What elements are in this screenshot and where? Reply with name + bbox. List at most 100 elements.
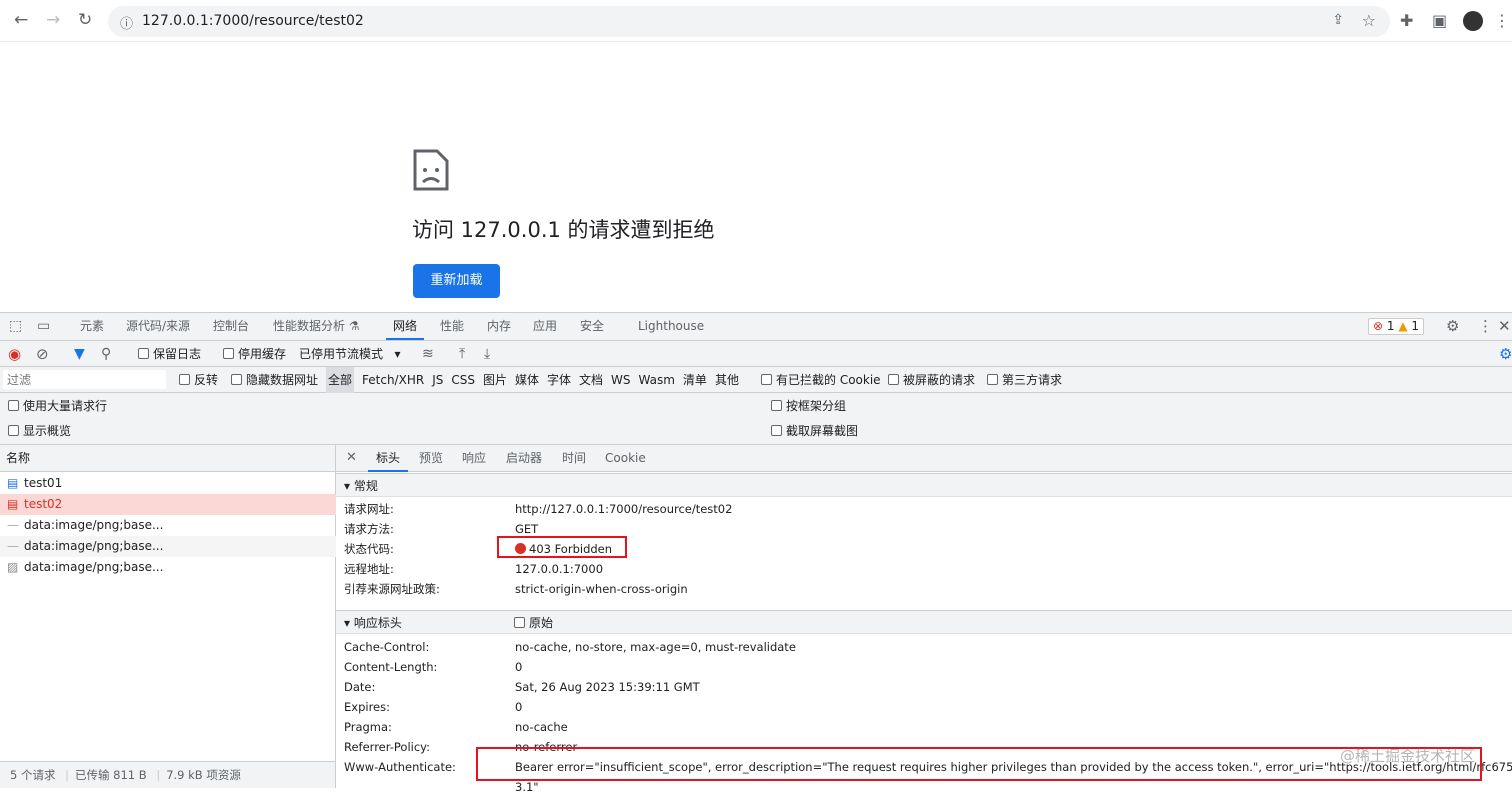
throttling-select[interactable]: 已停用节流模式 ▾: [299, 341, 400, 367]
tab-performance[interactable]: 性能: [440, 313, 464, 340]
document-icon: ▤: [7, 497, 19, 511]
column-header-name[interactable]: 名称: [0, 445, 335, 472]
type-filter-all[interactable]: 全部: [326, 367, 355, 393]
resources-size: 7.9 kB 项资源: [166, 768, 241, 782]
preserve-log-checkbox[interactable]: 保留日志: [138, 341, 201, 367]
network-options: 使用大量请求行 显示概览 按框架分组 截取屏幕截图: [0, 393, 1512, 445]
hide-data-urls-label: 隐藏数据网址: [246, 373, 319, 387]
show-overview-checkbox[interactable]: 显示概览: [8, 418, 71, 444]
warning-icon: ▲: [1398, 319, 1408, 333]
tab-headers[interactable]: 标头: [368, 445, 409, 472]
tab-performance-insights[interactable]: 性能数据分析 ⚗: [273, 313, 360, 340]
import-har-icon[interactable]: ⤒: [459, 341, 465, 367]
type-filter-js[interactable]: JS: [432, 367, 443, 393]
request-row[interactable]: ▨ data:image/png;base...: [0, 557, 336, 578]
warning-count: 1: [1411, 319, 1420, 333]
filter-icon[interactable]: ▼: [74, 341, 85, 367]
tab-timing[interactable]: 时间: [562, 445, 586, 472]
network-settings-icon[interactable]: ⚙: [1499, 341, 1512, 367]
type-filter-css[interactable]: CSS: [451, 367, 475, 393]
request-row[interactable]: ▤ test01: [0, 473, 336, 494]
clear-icon[interactable]: ⊘: [36, 341, 49, 367]
type-filter-font[interactable]: 字体: [547, 367, 571, 393]
header-name: Content-Length:: [344, 660, 438, 674]
reload-icon[interactable]: ↻: [78, 10, 92, 30]
info-icon[interactable]: ⓘ: [120, 13, 133, 32]
header-value: Sat, 26 Aug 2023 15:39:11 GMT: [515, 680, 700, 694]
image-icon: ▨: [7, 560, 19, 574]
group-by-frame-checkbox[interactable]: 按框架分组: [771, 393, 846, 419]
preserve-log-label: 保留日志: [153, 347, 202, 361]
close-devtools-icon[interactable]: ✕: [1498, 317, 1511, 335]
blocked-requests-checkbox[interactable]: 被屏蔽的请求: [888, 367, 975, 393]
invert-label: 反转: [194, 373, 219, 387]
tab-network[interactable]: 网络: [386, 313, 425, 340]
type-filter-img[interactable]: 图片: [483, 367, 507, 393]
type-filter-manifest[interactable]: 清单: [683, 367, 707, 393]
url-text[interactable]: 127.0.0.1:7000/resource/test02: [142, 13, 364, 29]
search-icon[interactable]: ⚲: [101, 341, 111, 367]
header-name: Pragma:: [344, 720, 392, 734]
tab-response[interactable]: 响应: [462, 445, 486, 472]
tab-application[interactable]: 应用: [533, 313, 557, 340]
type-filter-doc[interactable]: 文档: [579, 367, 603, 393]
type-filter-wasm[interactable]: Wasm: [639, 367, 675, 393]
issues-badge[interactable]: ⊗ 1 ▲ 1: [1368, 318, 1425, 335]
extensions-icon[interactable]: ✚: [1400, 11, 1413, 30]
more-icon[interactable]: ⋮: [1478, 317, 1493, 335]
forward-icon[interactable]: →: [46, 10, 60, 30]
tab-cookies[interactable]: Cookie: [605, 445, 646, 472]
response-headers-title: ▾ 响应标头: [344, 616, 402, 630]
detail-tabs: ✕ 标头 预览 响应 启动器 时间 Cookie: [336, 445, 1512, 472]
type-filter-media[interactable]: 媒体: [515, 367, 539, 393]
side-panel-icon[interactable]: ▣: [1432, 11, 1447, 30]
capture-screenshots-label: 截取屏幕截图: [786, 424, 859, 438]
close-detail-icon[interactable]: ✕: [346, 450, 357, 465]
avatar[interactable]: [1463, 11, 1483, 31]
network-conditions-icon[interactable]: ≋: [422, 341, 434, 367]
broken-page-icon: [413, 149, 449, 191]
tab-initiator[interactable]: 启动器: [506, 445, 542, 472]
capture-screenshots-checkbox[interactable]: 截取屏幕截图: [771, 418, 858, 444]
big-rows-label: 使用大量请求行: [23, 399, 108, 413]
hide-data-urls-checkbox[interactable]: 隐藏数据网址: [231, 367, 318, 393]
export-har-icon[interactable]: ⤓: [484, 341, 490, 367]
big-rows-checkbox[interactable]: 使用大量请求行: [8, 393, 107, 419]
error-count: 1: [1386, 319, 1395, 333]
third-party-checkbox[interactable]: 第三方请求: [987, 367, 1062, 393]
tab-security[interactable]: 安全: [580, 313, 604, 340]
request-row-selected[interactable]: ▤ test02: [0, 494, 336, 515]
type-filter-fetch[interactable]: Fetch/XHR: [362, 367, 424, 393]
reload-button[interactable]: 重新加载: [413, 264, 500, 298]
filter-input[interactable]: [3, 370, 166, 389]
record-icon[interactable]: ◉: [8, 341, 21, 367]
device-toggle-icon[interactable]: ▭: [37, 318, 50, 334]
star-icon[interactable]: ☆: [1362, 11, 1376, 30]
type-filter-other[interactable]: 其他: [715, 367, 739, 393]
raw-checkbox[interactable]: 原始: [514, 611, 553, 635]
invert-checkbox[interactable]: 反转: [179, 367, 218, 393]
settings-icon[interactable]: ⚙: [1446, 317, 1459, 335]
tab-preview[interactable]: 预览: [419, 445, 443, 472]
disable-cache-checkbox[interactable]: 停用缓存: [223, 341, 286, 367]
tab-sources[interactable]: 源代码/来源: [126, 313, 190, 340]
back-icon[interactable]: ←: [14, 10, 28, 30]
tab-elements[interactable]: 元素: [80, 313, 104, 340]
tab-lighthouse[interactable]: Lighthouse: [638, 313, 704, 340]
tab-console[interactable]: 控制台: [213, 313, 249, 340]
response-headers-section-header[interactable]: ▾ 响应标头 原始: [336, 610, 1512, 634]
header-name: Expires:: [344, 700, 390, 714]
share-icon[interactable]: ⇪: [1332, 12, 1344, 28]
inspect-icon[interactable]: ⬚: [9, 318, 22, 334]
request-row[interactable]: — data:image/png;base...: [0, 536, 336, 557]
menu-icon[interactable]: ⋮: [1494, 11, 1510, 30]
tab-memory[interactable]: 内存: [487, 313, 511, 340]
header-value: no-cache, no-store, max-age=0, must-reva…: [515, 640, 796, 654]
address-bar[interactable]: ⓘ 127.0.0.1:7000/resource/test02 ⇪ ☆: [108, 6, 1390, 37]
type-filter-ws[interactable]: WS: [611, 367, 630, 393]
blocked-cookies-checkbox[interactable]: 有已拦截的 Cookie: [761, 367, 881, 393]
general-section-header[interactable]: ▾ 常规: [336, 473, 1512, 497]
request-row[interactable]: — data:image/png;base...: [0, 515, 336, 536]
devtools-panel: ⬚ ▭ 元素 源代码/来源 控制台 性能数据分析 ⚗ 网络 性能 内存 应用 安…: [0, 312, 1512, 794]
request-count: 5 个请求: [10, 768, 56, 782]
